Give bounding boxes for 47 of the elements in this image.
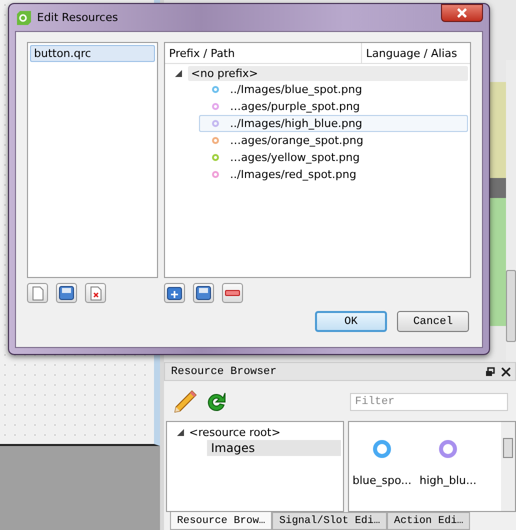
save-button[interactable] [56, 283, 77, 303]
column-header[interactable]: Prefix / Path [165, 43, 362, 63]
window-title: Edit Resources [37, 11, 119, 24]
tree-item[interactable]: <resource root> [189, 426, 281, 438]
tree-item[interactable]: Images [207, 440, 341, 456]
remove-button[interactable] [222, 283, 243, 303]
image-label: high_blu... [420, 474, 476, 487]
file-path: ../Images/blue_spot.png [229, 82, 364, 97]
close-button[interactable] [441, 4, 483, 22]
add-prefix-button[interactable] [164, 283, 185, 303]
close-icon [456, 8, 468, 18]
remove-file-button[interactable] [85, 283, 106, 303]
file-path-item[interactable]: ../Images/blue_spot.png [199, 81, 468, 98]
float-icon[interactable] [485, 366, 495, 376]
dialog-button[interactable]: OK [315, 311, 387, 332]
file-path-item[interactable]: …ages/orange_spot.png [199, 132, 468, 149]
new-file-button[interactable] [27, 283, 48, 303]
panel-title: Resource Browser [171, 366, 278, 378]
expand-arrow-icon[interactable] [175, 70, 182, 77]
file-path: ../Images/high_blue.png [229, 116, 364, 131]
pencil-icon[interactable] [172, 389, 198, 415]
minus-icon [225, 290, 240, 296]
prefix-item[interactable]: <no prefix> [188, 66, 468, 81]
app-logo-icon [17, 10, 31, 24]
dialog-button[interactable]: Cancel [397, 311, 469, 332]
filter-field[interactable]: Filter [350, 393, 508, 411]
close-icon[interactable] [501, 366, 511, 376]
file-path-item[interactable]: ../Images/high_blue.png [199, 115, 468, 132]
file-item[interactable]: button.qrc [30, 45, 155, 62]
file-path: …ages/yellow_spot.png [229, 150, 361, 165]
tab[interactable]: Action Edi… [387, 512, 470, 530]
file-path-item[interactable]: …ages/purple_spot.png [199, 98, 468, 115]
file-path-item[interactable]: …ages/yellow_spot.png [199, 149, 468, 166]
column-header[interactable]: Language / Alias [362, 43, 470, 63]
spot-icon[interactable] [437, 438, 459, 460]
tab[interactable]: Resource Brow… [170, 512, 272, 530]
file-path: ../Images/red_spot.png [229, 167, 358, 182]
tab[interactable]: Signal/Slot Edi… [272, 512, 388, 530]
file-path-item[interactable]: ../Images/red_spot.png [199, 166, 468, 183]
scrollbar[interactable] [506, 60, 516, 362]
spot-icon[interactable] [371, 438, 393, 460]
expand-arrow-icon[interactable] [177, 428, 184, 436]
scrollbar[interactable] [501, 422, 515, 511]
image-label: blue_spo... [352, 474, 412, 487]
file-path: …ages/purple_spot.png [229, 99, 361, 114]
save-button[interactable] [193, 283, 214, 303]
file-path: …ages/orange_spot.png [229, 133, 364, 148]
